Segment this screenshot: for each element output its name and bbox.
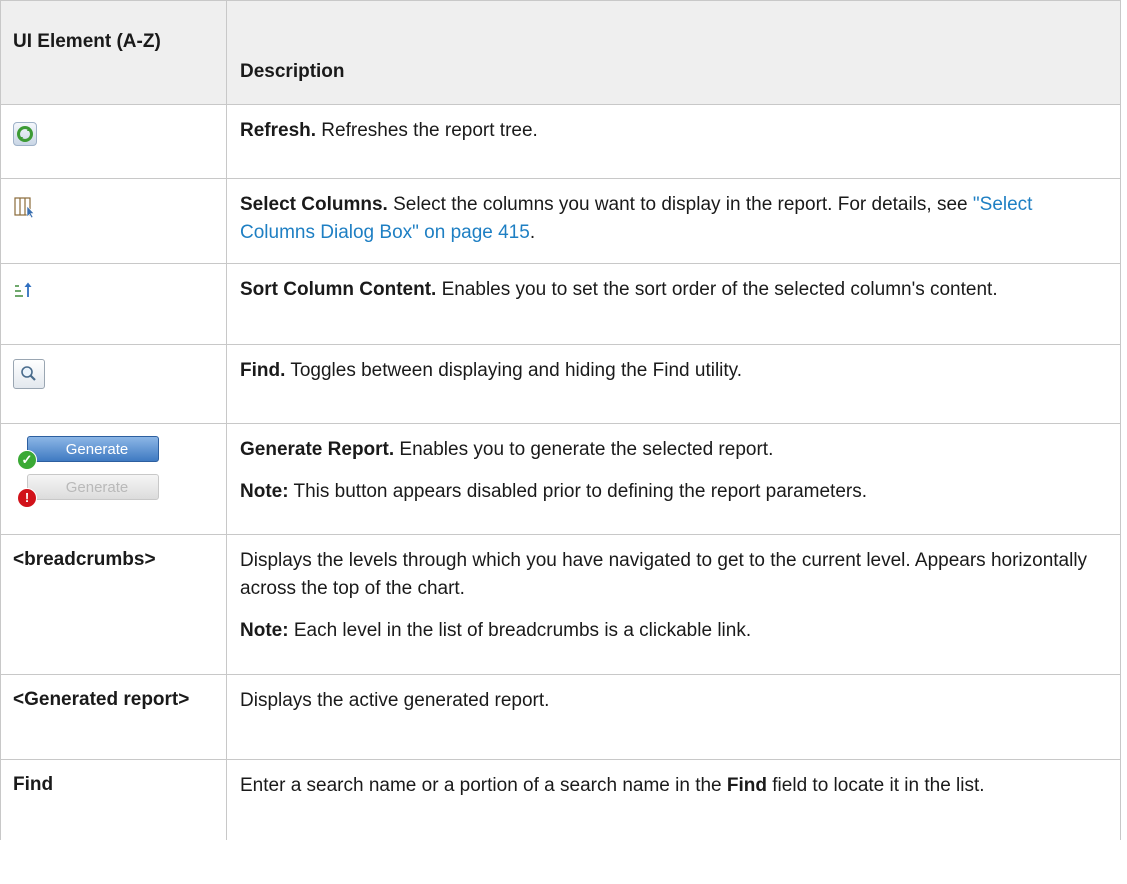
table-row: Refresh. Refreshes the report tree. [0, 105, 1121, 179]
term-label: Sort Column Content. [240, 279, 437, 300]
description-body: Enables you to set the sort order of the… [436, 279, 998, 300]
description-text: Select Columns. Select the columns you w… [240, 191, 1107, 247]
element-label-find: Find [0, 760, 227, 840]
element-cell [0, 345, 227, 423]
note-label: Note: [240, 481, 289, 502]
element-cell [0, 179, 227, 263]
table-row: Find. Toggles between displaying and hid… [0, 345, 1121, 424]
sort-column-content-icon[interactable] [13, 280, 33, 300]
note-text: Note: This button appears disabled prior… [240, 478, 1107, 506]
find-magnifier-icon[interactable] [13, 359, 45, 389]
element-cell [0, 264, 227, 344]
description-text: Sort Column Content. Enables you to set … [240, 276, 1107, 304]
table-row: <breadcrumbs> Displays the levels throug… [0, 535, 1121, 675]
ui-elements-table: UI Element (A-Z) Description Refresh. Re… [0, 0, 1121, 840]
description-cell: Select Columns. Select the columns you w… [227, 179, 1121, 263]
element-label-generated-report: <Generated report> [0, 675, 227, 759]
term-label: Generate Report. [240, 439, 395, 460]
generate-button-enabled[interactable]: Generate [27, 436, 159, 462]
table-row: Select Columns. Select the columns you w… [0, 179, 1121, 264]
find-field-term: Find [726, 775, 767, 796]
note-body: This button appears disabled prior to de… [288, 481, 867, 502]
description-text: Displays the active generated report. [240, 690, 550, 711]
note-body: Each level in the list of breadcrumbs is… [288, 620, 752, 641]
description-cell: Displays the levels through which you ha… [227, 535, 1121, 674]
table-row: Sort Column Content. Enables you to set … [0, 264, 1121, 345]
description-cell: Sort Column Content. Enables you to set … [227, 264, 1121, 344]
description-body: Enables you to generate the selected rep… [394, 439, 774, 460]
term-label: Refresh. [240, 120, 317, 141]
table-header-row: UI Element (A-Z) Description [0, 0, 1121, 105]
description-text: Enter a search name or a portion of a se… [240, 772, 1107, 800]
term-label: Find. [240, 360, 286, 381]
note-label: Note: [240, 620, 289, 641]
description-cell: Refresh. Refreshes the report tree. [227, 105, 1121, 178]
description-cell: Enter a search name or a portion of a se… [227, 760, 1121, 840]
description-tail: . [529, 222, 536, 243]
note-text: Note: Each level in the list of breadcru… [240, 617, 1107, 645]
description-cell: Find. Toggles between displaying and hid… [227, 345, 1121, 423]
table-row: Generate ✓ Generate ! Generate Report. E… [0, 424, 1121, 535]
element-cell: Generate ✓ Generate ! [0, 424, 227, 534]
error-icon: ! [17, 488, 37, 508]
description-cell: Displays the active generated report. [227, 675, 1121, 759]
description-body: Select the columns you want to display i… [387, 194, 973, 215]
generate-button-disabled: Generate [27, 474, 159, 500]
description-body: Enter a search name or a portion of a se… [240, 775, 727, 796]
description-text: Find. Toggles between displaying and hid… [240, 357, 1107, 385]
generate-buttons: Generate ✓ Generate ! [13, 434, 163, 512]
description-tail: field to locate it in the list. [767, 775, 985, 796]
description-text: Displays the levels through which you ha… [240, 550, 1088, 599]
element-label-breadcrumbs: <breadcrumbs> [0, 535, 227, 674]
table-row: <Generated report> Displays the active g… [0, 675, 1121, 760]
table-row: Find Enter a search name or a portion of… [0, 760, 1121, 840]
description-text: Generate Report. Enables you to generate… [240, 436, 1107, 464]
description-body: Refreshes the report tree. [316, 120, 538, 141]
select-columns-icon[interactable] [13, 195, 37, 219]
term-label: Select Columns. [240, 194, 388, 215]
description-text: Refresh. Refreshes the report tree. [240, 117, 1107, 145]
header-description: Description [227, 1, 1121, 104]
element-cell [0, 105, 227, 178]
description-cell: Generate Report. Enables you to generate… [227, 424, 1121, 534]
description-body: Toggles between displaying and hiding th… [285, 360, 743, 381]
checkmark-icon: ✓ [17, 450, 37, 470]
refresh-icon[interactable] [13, 122, 37, 146]
header-ui-element: UI Element (A-Z) [0, 1, 227, 104]
